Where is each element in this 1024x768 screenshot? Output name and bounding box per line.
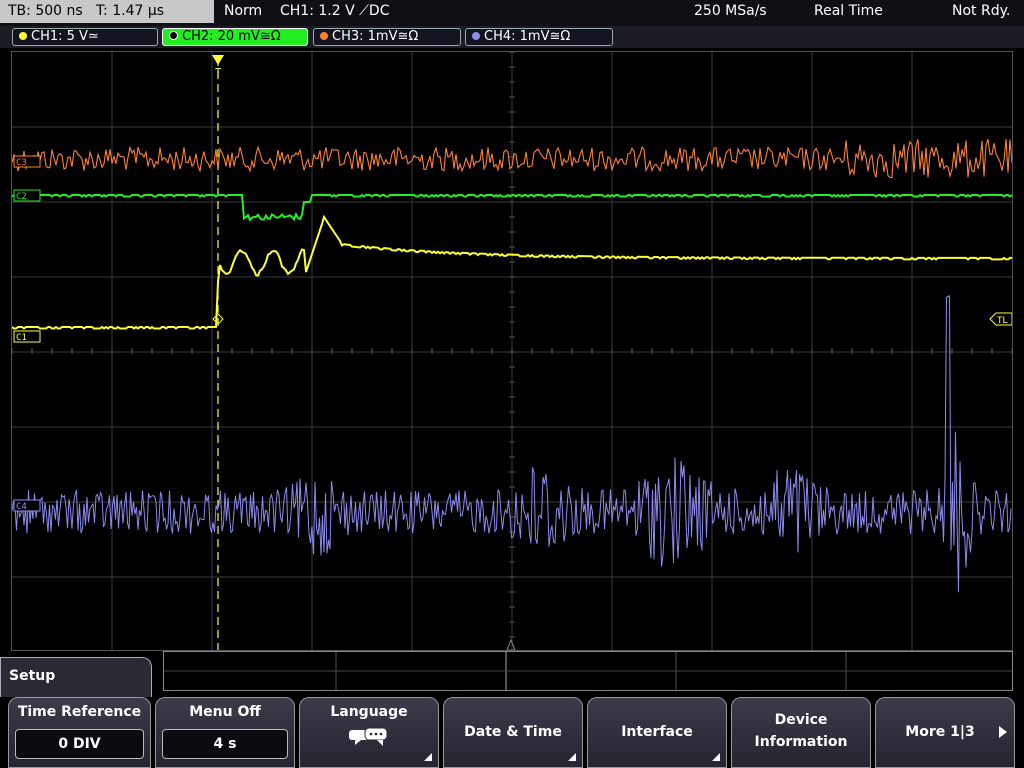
sample-rate: 250 MSa/s bbox=[694, 3, 767, 19]
waveform-display[interactable]: T C3 C2 C1 C4 TL bbox=[11, 51, 1013, 651]
ch1-label: CH1: 5 V≃ bbox=[31, 29, 99, 44]
center-marker-icon bbox=[506, 638, 516, 650]
tab-ch1[interactable]: CH1: 5 V≃ bbox=[12, 28, 158, 46]
time-reference-softkey[interactable]: Time Reference 0 DIV bbox=[8, 697, 151, 768]
trigger-position-marker[interactable]: T bbox=[212, 55, 224, 79]
menu-title: Setup bbox=[9, 668, 56, 684]
ch1-marker[interactable]: C1 bbox=[13, 330, 41, 343]
trigger-mode[interactable]: Norm bbox=[224, 3, 262, 19]
date-time-label: Date & Time bbox=[464, 724, 562, 740]
ch3-marker[interactable]: C3 bbox=[13, 155, 41, 168]
tab-ch2[interactable]: CH2: 20 mV≅Ω bbox=[162, 28, 308, 46]
interface-softkey[interactable]: Interface bbox=[587, 697, 727, 768]
menu-title-tab: Setup bbox=[0, 657, 152, 697]
trigger-source[interactable]: CH1: 1.2 V ⟋DC bbox=[280, 3, 389, 19]
device-info-label-line1: Device bbox=[774, 712, 828, 728]
ch4-label: CH4: 1mV≅Ω bbox=[484, 29, 571, 44]
submenu-arrow-icon bbox=[424, 753, 432, 761]
ch1-marker-label: C1 bbox=[16, 333, 27, 343]
ch2-label: CH2: 20 mV≅Ω bbox=[182, 29, 281, 44]
timebase-box[interactable]: TB: 500 ns T: 1.47 µs bbox=[0, 0, 214, 23]
interface-label: Interface bbox=[621, 724, 693, 740]
ch3-label: CH3: 1mV≅Ω bbox=[332, 29, 419, 44]
trigger-level-label: TL bbox=[997, 316, 1008, 326]
more-softkey[interactable]: More 1|3 bbox=[875, 697, 1015, 768]
more-label: More 1|3 bbox=[905, 724, 975, 740]
menu-off-softkey[interactable]: Menu Off 4 s bbox=[155, 697, 295, 768]
next-page-arrow-icon bbox=[999, 726, 1007, 738]
ch4-marker-label: C4 bbox=[16, 502, 27, 512]
trigger-level-marker[interactable]: TL bbox=[989, 312, 1012, 326]
language-label: Language bbox=[330, 704, 408, 720]
acquisition-state: Not Rdy. bbox=[952, 3, 1011, 19]
acquisition-mode: Real Time bbox=[814, 3, 883, 19]
info-strip bbox=[163, 651, 1013, 691]
ch2-dot-icon bbox=[169, 31, 178, 40]
time-reference-label: Time Reference bbox=[17, 704, 142, 720]
submenu-arrow-icon bbox=[712, 753, 720, 761]
ch4-marker[interactable]: C4 bbox=[13, 499, 41, 512]
speech-bubble-icon bbox=[349, 727, 388, 746]
ch2-marker-label: C2 bbox=[16, 192, 27, 202]
tab-ch3[interactable]: CH3: 1mV≅Ω bbox=[313, 28, 461, 46]
tab-ch4[interactable]: CH4: 1mV≅Ω bbox=[465, 28, 613, 46]
timebase-value: TB: 500 ns bbox=[8, 3, 83, 19]
language-softkey[interactable]: Language bbox=[299, 697, 439, 768]
device-info-label-line2: Information bbox=[754, 734, 848, 750]
date-time-softkey[interactable]: Date & Time bbox=[443, 697, 583, 768]
ch1-dot-icon bbox=[19, 32, 27, 40]
submenu-arrow-icon bbox=[568, 753, 576, 761]
ch3-dot-icon bbox=[320, 32, 328, 40]
trigger-time-value: T: 1.47 µs bbox=[96, 3, 165, 19]
menu-off-value: 4 s bbox=[162, 729, 288, 759]
trigger-pos-label: T bbox=[215, 66, 222, 79]
menu-off-label: Menu Off bbox=[189, 704, 261, 720]
waveform-svg: T C3 C2 C1 C4 TL bbox=[12, 52, 1012, 650]
ch3-marker-label: C3 bbox=[16, 158, 27, 168]
ch4-dot-icon bbox=[472, 32, 480, 40]
time-reference-value: 0 DIV bbox=[15, 729, 144, 759]
ch2-marker[interactable]: C2 bbox=[13, 189, 41, 202]
device-information-softkey[interactable]: Device Information bbox=[731, 697, 871, 768]
